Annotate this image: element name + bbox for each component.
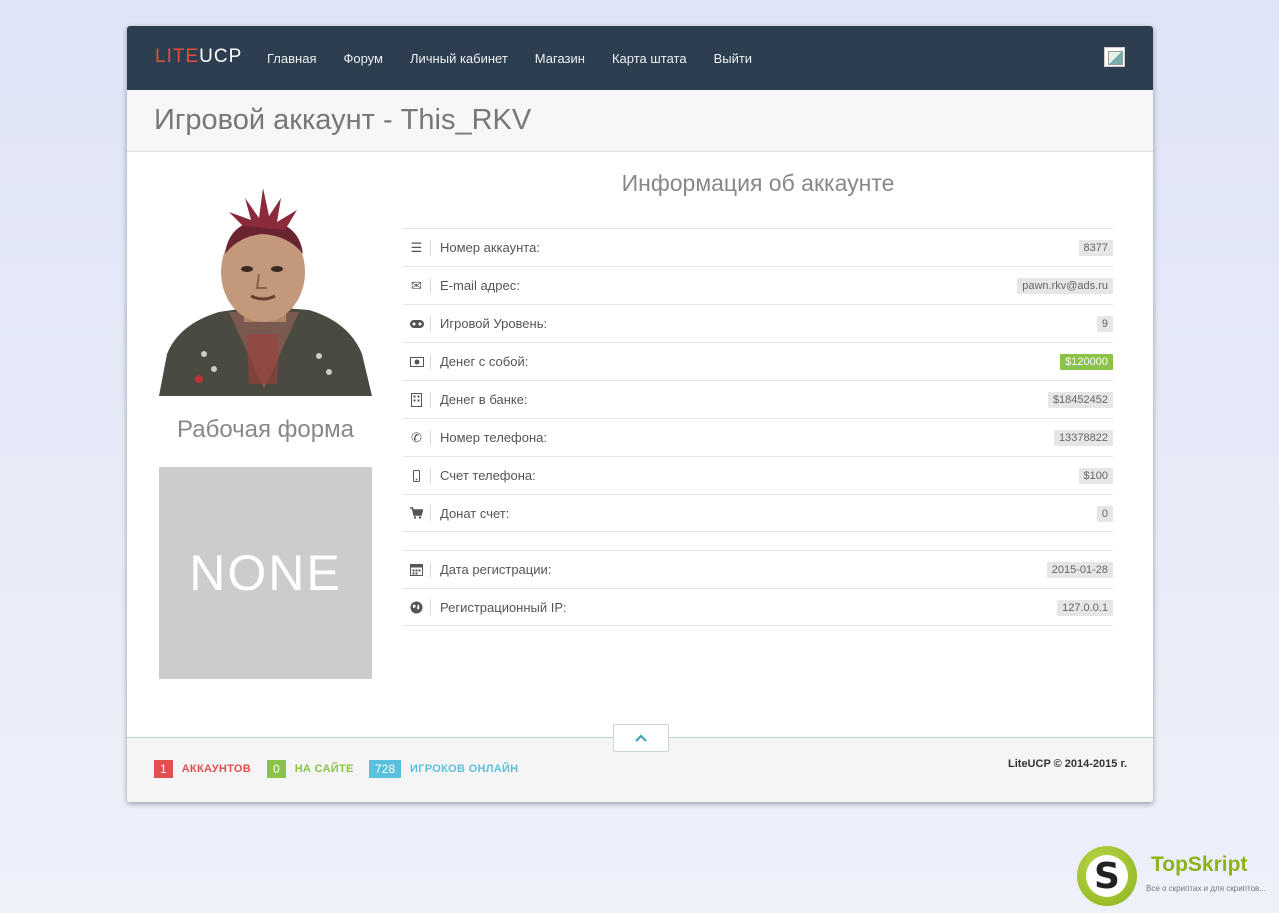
info-row-reg-ip: Регистрационный IP: 127.0.0.1 [403,588,1113,626]
work-form-title: Рабочая форма [177,416,354,443]
copyright: LiteUCP © 2014-2015 г. [1008,758,1127,770]
info-label: Денег с собой: [440,354,529,369]
page-header: Игровой аккаунт - This_RKV [127,90,1153,152]
brand-ucp: UCP [199,46,243,67]
info-row-account-number: ☰ Номер аккаунта: 8377 [403,228,1113,266]
page-title: Игровой аккаунт - This_RKV [154,104,532,136]
chevron-up-icon [635,734,647,742]
character-avatar [159,184,372,396]
stat-accounts-label: АККАУНТОВ [181,763,252,775]
calendar-icon [403,561,431,578]
cart-icon [403,505,431,521]
gamepad-icon [403,315,431,332]
nav-link-forum[interactable]: Форум [343,51,383,66]
navbar: LITEUCP Главная Форум Личный кабинет Маг… [127,26,1153,90]
topskript-logo: S [1077,846,1137,906]
money-icon [403,353,431,370]
info-label: Номер телефона: [440,430,547,445]
info-value: 2015-01-28 [1046,562,1113,578]
stat-players-online-count: 728 [369,760,402,778]
stat-accounts-count: 1 [154,760,173,778]
broken-image-icon[interactable] [1104,47,1125,67]
info-label: Денег в банке: [440,392,528,407]
nav-links: Главная Форум Личный кабинет Магазин Кар… [267,26,779,90]
info-value: 127.0.0.1 [1057,600,1113,616]
stat-on-site-label: НА САЙТЕ [294,763,354,775]
nav-link-map[interactable]: Карта штата [612,51,687,66]
nav-link-cabinet[interactable]: Личный кабинет [410,51,508,66]
nav-link-home[interactable]: Главная [267,51,316,66]
topskript-logo-letter: S [1086,855,1128,897]
info-value: $18452452 [1047,392,1113,408]
info-value: 9 [1096,316,1113,332]
info-label: Регистрационный IP: [440,599,567,615]
account-info-title: Информация об аккаунте [621,170,895,196]
info-value-money-badge: $120000 [1060,354,1113,370]
globe-icon [403,599,431,615]
main-panel: LITEUCP Главная Форум Личный кабинет Маг… [127,26,1153,802]
stat-on-site-count: 0 [267,760,286,778]
stat-on-site: 0 НА САЙТЕ [267,760,354,778]
info-label: Номер аккаунта: [440,240,540,255]
stat-players-online-label: ИГРОКОВ ОНЛАЙН [410,763,519,775]
work-form-placeholder: NONE [159,467,372,679]
stat-accounts: 1 АККАУНТОВ [154,760,251,778]
info-row-email: ✉ E-mail адрес: pawn.rkv@ads.ru [403,266,1113,304]
info-label: Дата регистрации: [440,562,552,577]
info-value: 8377 [1078,240,1113,256]
topskript-subtitle: Все о скриптах и для скриптов... [1146,884,1266,893]
info-row-reg-date: Дата регистрации: 2015-01-28 [403,550,1113,588]
envelope-icon: ✉ [403,277,431,294]
nav-link-logout[interactable]: Выйти [714,51,753,66]
info-label: Игровой Уровень: [440,316,548,331]
mobile-icon [403,467,431,484]
info-label: E-mail адрес: [440,278,520,293]
info-value: $100 [1078,468,1113,484]
info-row-level: Игровой Уровень: 9 [403,304,1113,342]
info-value: 0 [1096,506,1113,522]
account-info-list: ☰ Номер аккаунта: 8377 ✉ E-mail адрес: p… [403,228,1113,626]
brand-logo[interactable]: LITEUCP [155,46,242,68]
building-icon [403,391,431,408]
nav-link-shop[interactable]: Магазин [535,51,585,66]
info-value: 13378822 [1054,430,1113,446]
info-row-bank: Денег в банке: $18452452 [403,380,1113,418]
info-value: pawn.rkv@ads.ru [1017,278,1113,294]
info-row-cash: Денег с собой: $120000 [403,342,1113,380]
topskript-name: TopSkript [1151,853,1248,876]
info-row-phone: ✆ Номер телефона: 13378822 [403,418,1113,456]
brand-lite: LITE [155,46,200,67]
list-icon: ☰ [403,239,431,256]
info-label: Счет телефона: [440,468,536,483]
phone-icon: ✆ [403,429,431,446]
info-row-donate: Донат счет: 0 [403,494,1113,532]
info-row-phone-balance: Счет телефона: $100 [403,456,1113,494]
scroll-to-top-button[interactable] [613,724,669,752]
stat-players-online: 728 ИГРОКОВ ОНЛАЙН [369,760,518,778]
info-label: Донат счет: [440,505,510,521]
